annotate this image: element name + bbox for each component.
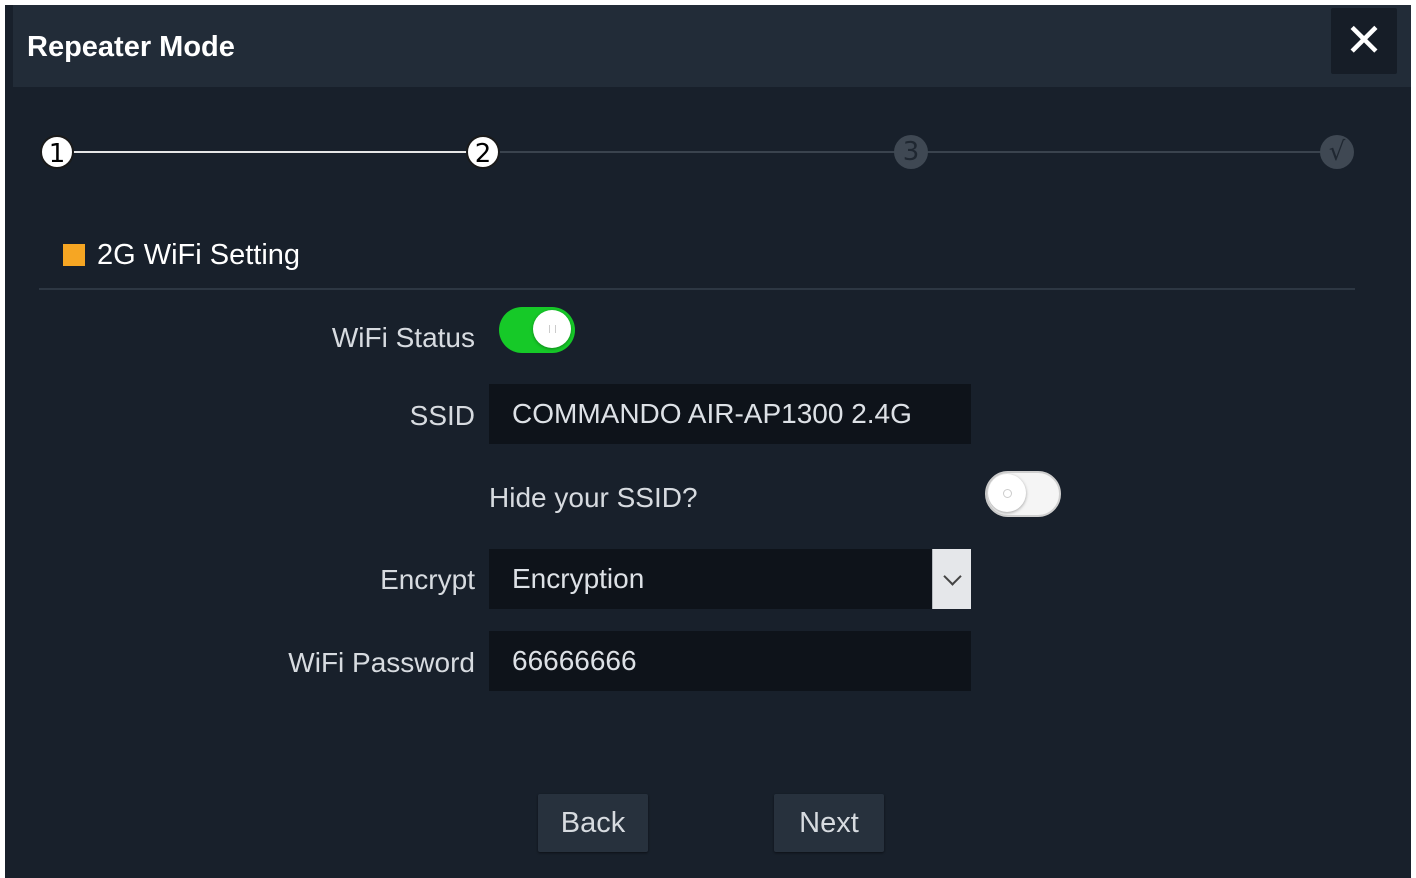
section-divider xyxy=(39,288,1355,290)
next-button[interactable]: Next xyxy=(774,794,884,852)
wifi-password-value: 66666666 xyxy=(512,645,637,676)
step-complete: √ xyxy=(1320,135,1354,169)
wifi-status-toggle[interactable] xyxy=(499,307,575,353)
step-3: 3 xyxy=(894,135,928,169)
close-button[interactable]: ✕ xyxy=(1331,8,1397,74)
repeater-mode-dialog: Repeater Mode ✕ 1 2 3 √ 2G WiFi Setting … xyxy=(5,5,1411,878)
step-connector-3 xyxy=(911,151,1337,153)
hide-ssid-label: Hide your SSID? xyxy=(489,482,698,513)
wifi-status-label: WiFi Status xyxy=(331,322,475,353)
hide-ssid-toggle[interactable] xyxy=(985,471,1061,517)
encrypt-label: Encrypt xyxy=(380,564,475,595)
ssid-label: SSID xyxy=(409,400,475,431)
section-title: 2G WiFi Setting xyxy=(97,238,301,271)
step-connector-1 xyxy=(57,151,483,153)
chevron-down-icon[interactable] xyxy=(932,549,971,609)
wizard-stepper: 1 2 3 √ xyxy=(5,125,1411,185)
wifi-password-input[interactable]: 66666666 xyxy=(489,631,971,691)
dialog-title: Repeater Mode xyxy=(27,31,235,63)
step-connector-2 xyxy=(483,151,911,153)
toggle-knob xyxy=(533,310,571,348)
back-button[interactable]: Back xyxy=(538,794,648,852)
ssid-value: COMMANDO AIR-AP1300 2.4G xyxy=(512,398,912,429)
step-1: 1 xyxy=(40,135,74,169)
close-icon: ✕ xyxy=(1344,14,1384,66)
step-2: 2 xyxy=(466,135,500,169)
encrypt-value: Encryption xyxy=(512,563,645,594)
section-header: 2G WiFi Setting xyxy=(63,235,300,275)
encrypt-select[interactable]: Encryption xyxy=(489,549,971,609)
ssid-input[interactable]: COMMANDO AIR-AP1300 2.4G xyxy=(489,384,971,444)
dialog-header: Repeater Mode ✕ xyxy=(13,5,1411,87)
toggle-knob xyxy=(988,474,1026,512)
wifi-password-label: WiFi Password xyxy=(288,647,475,678)
section-marker-icon xyxy=(63,244,85,266)
